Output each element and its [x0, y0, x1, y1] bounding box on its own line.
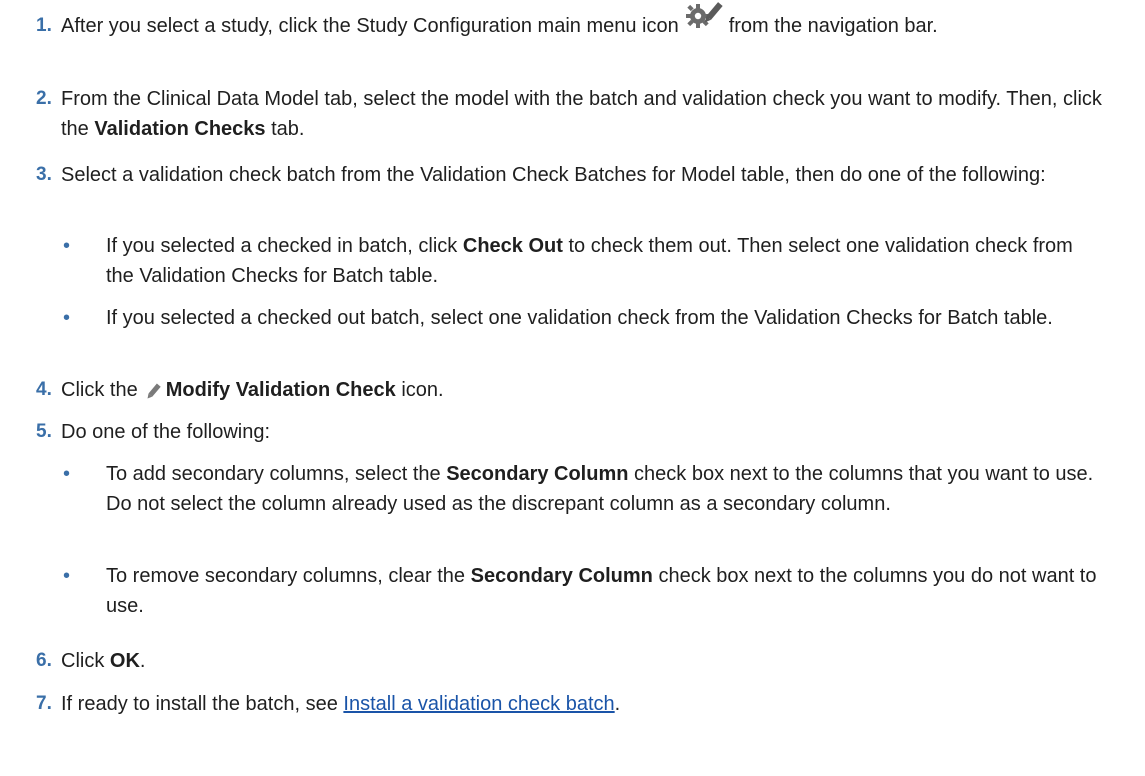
bullet-marker: •	[63, 307, 71, 329]
ui-label-bold: OK	[109, 650, 140, 672]
step-number: 4.	[36, 379, 52, 400]
ui-label-bold: Validation Checks	[94, 118, 266, 140]
bullet-text: To remove secondary columns, clear the S…	[106, 561, 1106, 621]
step-text-part: .	[614, 693, 621, 715]
ui-label-bold: Check Out	[462, 235, 563, 257]
ui-label-bold: Modify Validation Check	[165, 379, 396, 401]
bullet-text: To add secondary columns, select the Sec…	[106, 459, 1106, 519]
step-text: Click OK.	[61, 646, 1121, 676]
ui-label-bold: Secondary Column	[446, 463, 629, 485]
step-text: Select a validation check batch from the…	[61, 164, 1046, 186]
step-text-part: tab.	[271, 118, 305, 140]
step-text: Do one of the following:	[61, 421, 271, 443]
step-number: 7.	[36, 693, 52, 714]
step-number: 5.	[36, 421, 52, 442]
step-number: 1.	[36, 15, 52, 36]
gear-pencil-icon	[685, 1, 723, 28]
step-text: From the Clinical Data Model tab, select…	[61, 84, 1121, 144]
step-text-part: If ready to install the batch, see	[61, 693, 338, 715]
step-text: After you select a study, click the Stud…	[61, 1, 1121, 41]
bullet-text-part: To remove secondary columns, clear the	[106, 565, 466, 587]
pencil-icon	[144, 380, 162, 399]
step-number: 3.	[36, 164, 52, 185]
bullet-marker: •	[63, 235, 71, 257]
step-text: If ready to install the batch, see Insta…	[61, 689, 1121, 719]
procedure-steps: 1. After you select a study, click the S…	[0, 0, 1145, 776]
step-text-part: Click the	[61, 379, 138, 401]
step-text-part: .	[139, 650, 146, 672]
step-text: Click the Modify Validation Check icon.	[61, 375, 1121, 405]
step-number: 6.	[36, 650, 52, 671]
step-text-part: After you select a study, click the Stud…	[61, 15, 679, 37]
bullet-text: If you selected a checked out batch, sel…	[106, 307, 1053, 329]
bullet-text-part: If you selected a checked in batch, clic…	[106, 235, 458, 257]
bullet-text: If you selected a checked in batch, clic…	[106, 231, 1106, 291]
ui-label-bold: Secondary Column	[470, 565, 653, 587]
step-text-part: Click	[61, 650, 105, 672]
step-number: 2.	[36, 88, 52, 109]
step-text-part: icon.	[401, 379, 444, 401]
step-text-part: from the navigation bar.	[728, 15, 938, 37]
install-batch-link[interactable]: Install a validation check batch	[343, 693, 614, 715]
bullet-marker: •	[63, 565, 71, 587]
bullet-text-part: To add secondary columns, select the	[106, 463, 441, 485]
bullet-marker: •	[63, 463, 71, 485]
